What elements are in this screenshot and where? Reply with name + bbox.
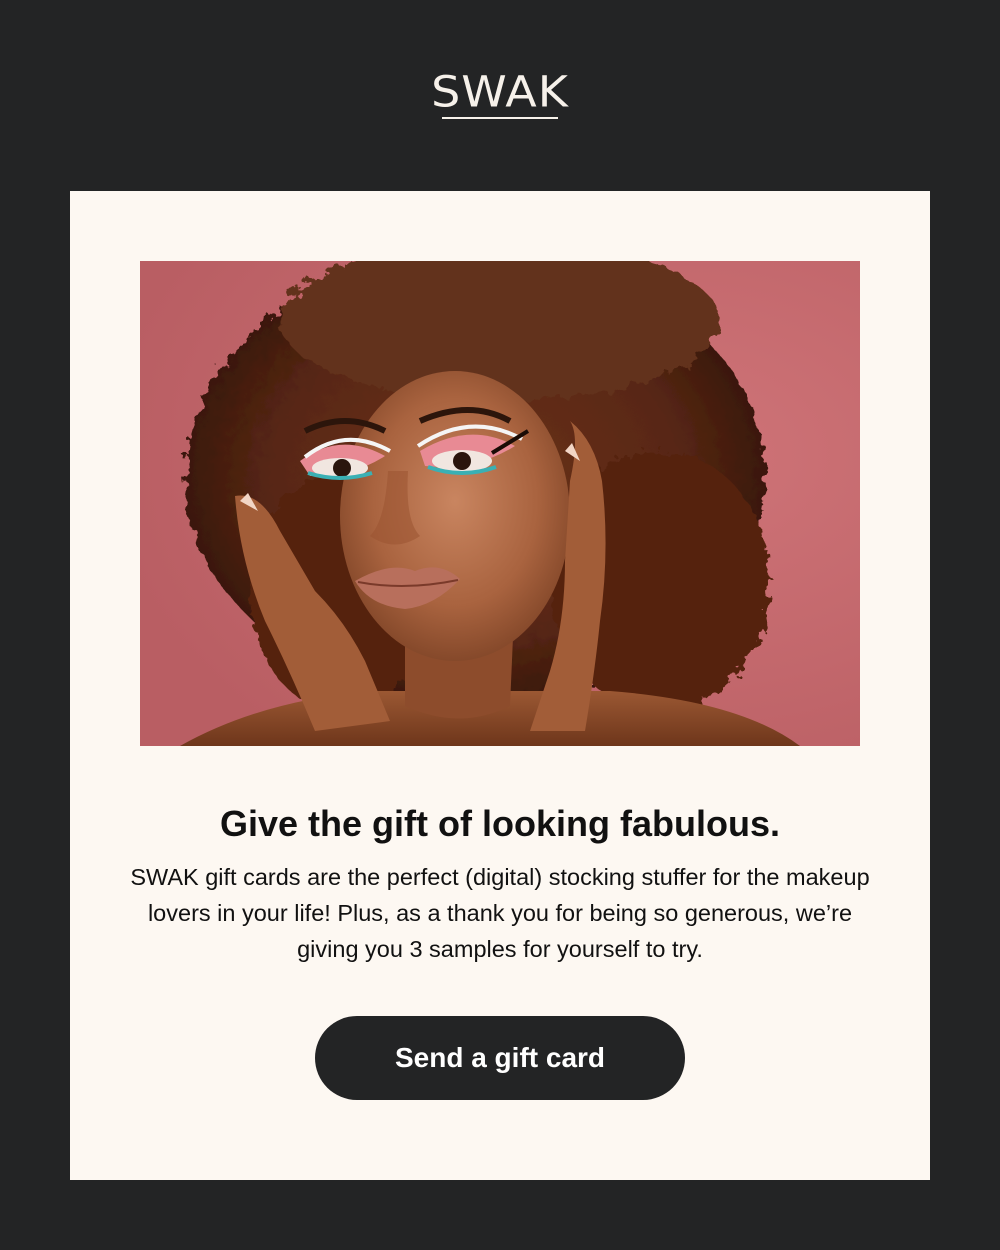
logo-underline — [442, 117, 558, 119]
email-card: Give the gift of looking fabulous. SWAK … — [70, 191, 930, 1180]
headline: Give the gift of looking fabulous. — [70, 801, 930, 847]
headline-emphasis: fabulous — [619, 803, 770, 844]
headline-prefix: Give the gift of looking — [219, 803, 620, 844]
face-shape — [340, 371, 570, 661]
hero-illustration — [140, 261, 860, 746]
swak-logo[interactable]: SWAK — [400, 64, 600, 126]
email-header: SWAK — [0, 0, 1000, 191]
hero-image[interactable] — [140, 261, 860, 746]
headline-suffix: . — [769, 803, 780, 844]
body-copy: SWAK gift cards are the perfect (digital… — [130, 864, 870, 962]
send-gift-card-button[interactable]: Send a gift card — [315, 1016, 685, 1100]
logo-wordmark: SWAK — [431, 67, 569, 117]
